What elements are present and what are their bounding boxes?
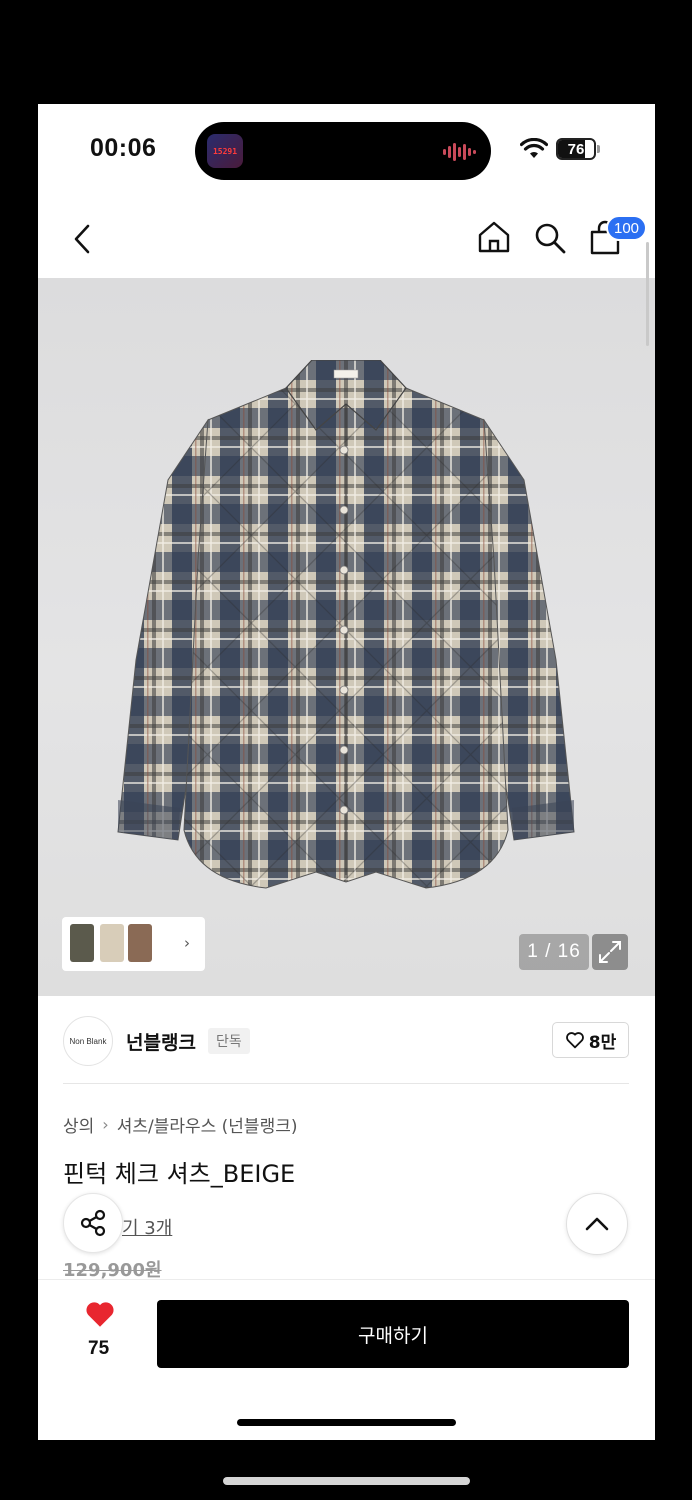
product-title: 핀턱 체크 셔츠_BEIGE — [63, 1160, 296, 1188]
brand-like-button[interactable]: 8만 — [552, 1022, 629, 1058]
thumbnail-strip[interactable]: › — [62, 917, 205, 971]
live-activity-icon: 15291 — [207, 134, 243, 168]
top-navigation — [38, 204, 655, 278]
breadcrumb-category[interactable]: 상의 — [63, 1112, 94, 1137]
chevron-up-icon — [585, 1217, 609, 1231]
search-button[interactable] — [532, 220, 568, 256]
image-counter: 1 / 16 — [519, 934, 589, 970]
bottom-action-bar: 75 구매하기 — [38, 1279, 655, 1440]
heart-outline-icon — [565, 1032, 584, 1049]
breadcrumb: 상의 › 셔츠/블라우스 (넌블랭크) — [63, 1112, 297, 1137]
cart-count-badge: 100 — [606, 215, 648, 241]
breadcrumb-subcategory[interactable]: 셔츠/블라우스 (넌블랭크) — [117, 1112, 298, 1137]
home-button[interactable] — [476, 219, 512, 255]
buy-button[interactable]: 구매하기 — [157, 1300, 629, 1368]
battery-indicator: 76 — [556, 138, 596, 160]
scroll-to-top-button[interactable] — [566, 1193, 628, 1255]
outer-home-indicator — [223, 1477, 470, 1485]
scrollbar-thumb[interactable] — [646, 242, 649, 346]
home-indicator[interactable] — [237, 1419, 456, 1426]
expand-button[interactable] — [592, 934, 628, 970]
chevron-right-icon[interactable]: › — [184, 934, 190, 952]
back-button[interactable] — [68, 222, 98, 256]
chevron-right-icon: › — [102, 1115, 109, 1134]
product-image-gallery[interactable]: › 1 / 16 — [38, 278, 655, 996]
reviews-link[interactable]: 기 3개 — [122, 1214, 172, 1240]
wishlist-count: 75 — [88, 1338, 110, 1359]
app-screen: 00:06 15291 76 100 › 1 / 16 Non Blank 넌블… — [38, 104, 655, 1440]
battery-tip — [597, 145, 600, 153]
dynamic-island[interactable]: 15291 — [195, 122, 491, 180]
divider — [63, 1083, 629, 1084]
status-bar: 00:06 15291 76 — [38, 104, 655, 204]
status-time: 00:06 — [90, 134, 157, 162]
product-image-shirt — [117, 360, 575, 889]
heart-filled-icon — [86, 1302, 114, 1327]
thumbnail-image[interactable] — [100, 924, 124, 962]
thumbnail-image[interactable] — [128, 924, 152, 962]
brand-like-count: 8만 — [588, 1032, 617, 1053]
brand-row: Non Blank 넌블랭크 단독 8만 — [38, 996, 655, 1084]
exclusive-badge: 단독 — [208, 1028, 250, 1054]
share-button[interactable] — [63, 1193, 123, 1253]
wifi-icon — [520, 138, 548, 158]
brand-name[interactable]: 넌블랭크 — [126, 1028, 196, 1055]
brand-logo[interactable]: Non Blank — [63, 1016, 113, 1066]
thumbnail-image[interactable] — [70, 924, 94, 962]
audio-waveform-icon — [443, 143, 476, 161]
share-icon — [80, 1209, 106, 1237]
battery-level-text: 76 — [567, 140, 585, 158]
